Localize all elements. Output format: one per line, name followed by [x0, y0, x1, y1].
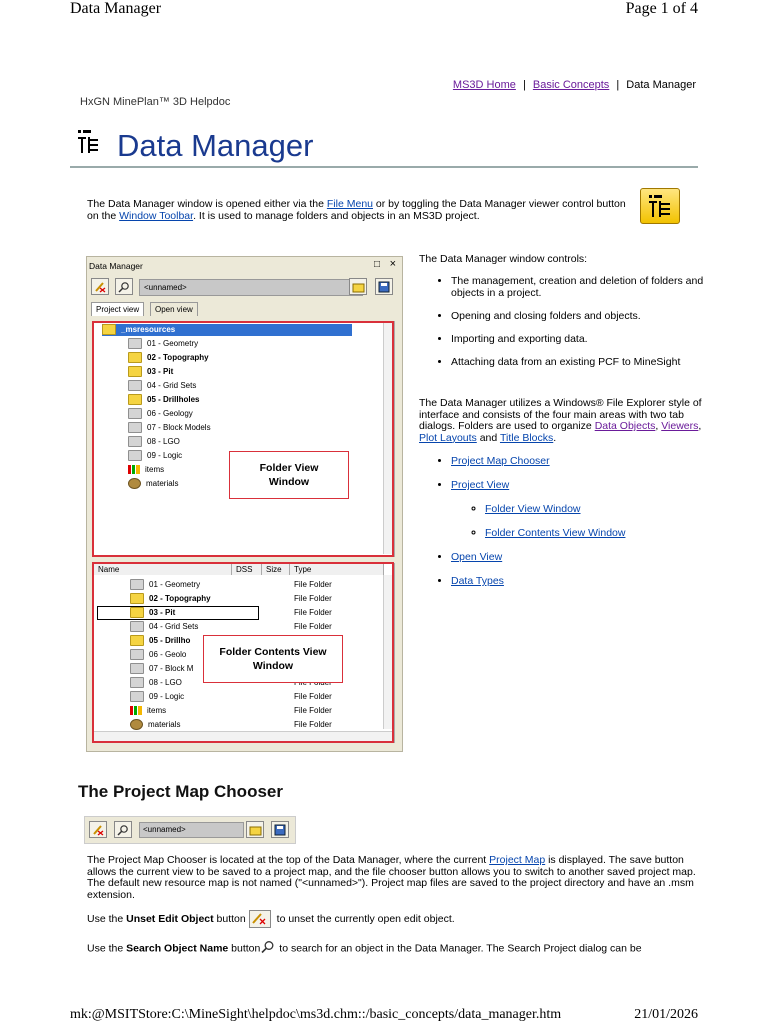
unset-edit-object-button[interactable]	[91, 278, 109, 295]
viewers-link[interactable]: Viewers	[661, 420, 698, 432]
unset-edit-object-button[interactable]	[89, 821, 107, 838]
folder-view-highlight	[92, 321, 394, 557]
print-header-title: Data Manager	[70, 0, 162, 17]
description-text: .	[553, 431, 557, 444]
print-footer-path: mk:@MSITStore:C:\MineSight\helpdoc\ms3d.…	[70, 1007, 562, 1022]
title-divider	[70, 166, 698, 168]
description-text: ,	[698, 420, 702, 433]
helpdoc-title: HxGN MinePlan™ 3D Helpdoc	[80, 96, 231, 108]
folder-contents-callout: Folder Contents View Window	[203, 635, 343, 683]
data-objects-link[interactable]: Data Objects	[595, 420, 656, 432]
dm-window-title: Data Manager	[89, 261, 143, 271]
list-item: The management, creation and deletion of…	[451, 275, 709, 299]
search-object-name-button[interactable]	[115, 278, 133, 295]
instruction-text: to unset the currently open edit object.	[273, 912, 455, 925]
unset-edit-instruction: Use the Unset Edit Object button to unse…	[87, 910, 455, 928]
breadcrumb-separator: |	[616, 79, 620, 91]
folder-contents-callout-label: Folder Contents View Window	[219, 646, 327, 672]
search-icon	[261, 940, 275, 957]
file-menu-link[interactable]: File Menu	[327, 198, 373, 210]
data-manager-icon	[77, 129, 103, 155]
instruction-text: button	[228, 942, 261, 955]
instruction-bold: Search Object Name	[126, 942, 229, 955]
unset-edit-object-icon	[248, 910, 271, 928]
section-heading: The Project Map Chooser	[78, 782, 283, 801]
print-footer-date: 21/01/2026	[634, 1007, 698, 1022]
instruction-text: Use the	[87, 912, 127, 925]
breadcrumb-current: Data Manager	[626, 79, 696, 91]
list-item: Importing and exporting data.	[451, 333, 709, 345]
tab-project-view[interactable]: Project view	[91, 302, 145, 316]
instruction-text: button	[213, 912, 246, 925]
open-folder-button[interactable]	[246, 821, 264, 838]
open-view-link[interactable]: Open View	[451, 551, 502, 563]
project-view-link[interactable]: Project View	[451, 479, 509, 491]
paragraph-text: The Project Map Chooser is located at th…	[87, 854, 490, 866]
project-map-combo[interactable]: <unnamed>	[139, 279, 363, 296]
restore-icon[interactable]: □	[374, 259, 380, 270]
project-map-chooser-toolbar: <unnamed>	[84, 816, 296, 844]
data-manager-window: Data Manager □ × <unnamed> Project view …	[86, 256, 403, 752]
controls-list: The management, creation and deletion of…	[419, 275, 709, 368]
data-manager-toggle-icon	[640, 188, 680, 224]
instruction-text: to search for an object in the Data Mana…	[276, 942, 642, 955]
title-blocks-link[interactable]: Title Blocks	[500, 432, 553, 444]
search-instruction: Use the Search Object Name button to sea…	[87, 940, 642, 957]
description-text: and	[476, 431, 500, 444]
list-item: Opening and closing folders and objects.	[451, 310, 709, 322]
instruction-bold: Unset Edit Object	[126, 912, 214, 925]
page-title: Data Manager	[117, 128, 314, 163]
breadcrumb-basic-concepts-link[interactable]: Basic Concepts	[533, 79, 609, 91]
save-button[interactable]	[375, 278, 393, 295]
folder-view-callout-label: Folder View Window	[259, 462, 319, 488]
intro-paragraph: The Data Manager window is opened either…	[87, 198, 627, 222]
plot-layouts-link[interactable]: Plot Layouts	[419, 432, 477, 444]
open-folder-button[interactable]	[349, 278, 367, 295]
window-toolbar-link[interactable]: Window Toolbar	[119, 210, 193, 222]
data-types-link[interactable]: Data Types	[451, 575, 504, 587]
controls-section: The Data Manager window controls: The ma…	[419, 253, 709, 379]
list-item: Attaching data from an existing PCF to M…	[451, 356, 709, 368]
instruction-text: Use the	[87, 942, 127, 955]
tab-open-view[interactable]: Open view	[150, 302, 198, 316]
page-navigation: Project Map Chooser Project View Folder …	[419, 455, 709, 599]
intro-text: The Data Manager window is opened either…	[87, 198, 327, 210]
folder-view-window-link[interactable]: Folder View Window	[485, 503, 581, 515]
controls-heading: The Data Manager window controls:	[419, 253, 588, 265]
save-button[interactable]	[271, 821, 289, 838]
breadcrumb-separator: |	[522, 79, 526, 91]
intro-text: . It is used to manage folders and objec…	[193, 210, 480, 222]
search-object-name-button[interactable]	[114, 821, 132, 838]
project-map-combo[interactable]: <unnamed>	[139, 822, 244, 838]
project-map-link[interactable]: Project Map	[489, 854, 545, 866]
breadcrumb-home-link[interactable]: MS3D Home	[453, 79, 516, 91]
print-page-number: Page 1 of 4	[625, 0, 698, 17]
close-icon[interactable]: ×	[390, 258, 396, 270]
project-map-chooser-paragraph: The Project Map Chooser is located at th…	[87, 854, 697, 901]
folder-contents-view-window-link[interactable]: Folder Contents View Window	[485, 527, 625, 539]
project-map-chooser-link[interactable]: Project Map Chooser	[451, 455, 550, 467]
breadcrumb: MS3D Home | Basic Concepts | Data Manage…	[451, 79, 698, 91]
folder-view-callout: Folder View Window	[229, 451, 349, 499]
description-paragraph: The Data Manager utilizes a Windows® Fil…	[419, 397, 709, 444]
